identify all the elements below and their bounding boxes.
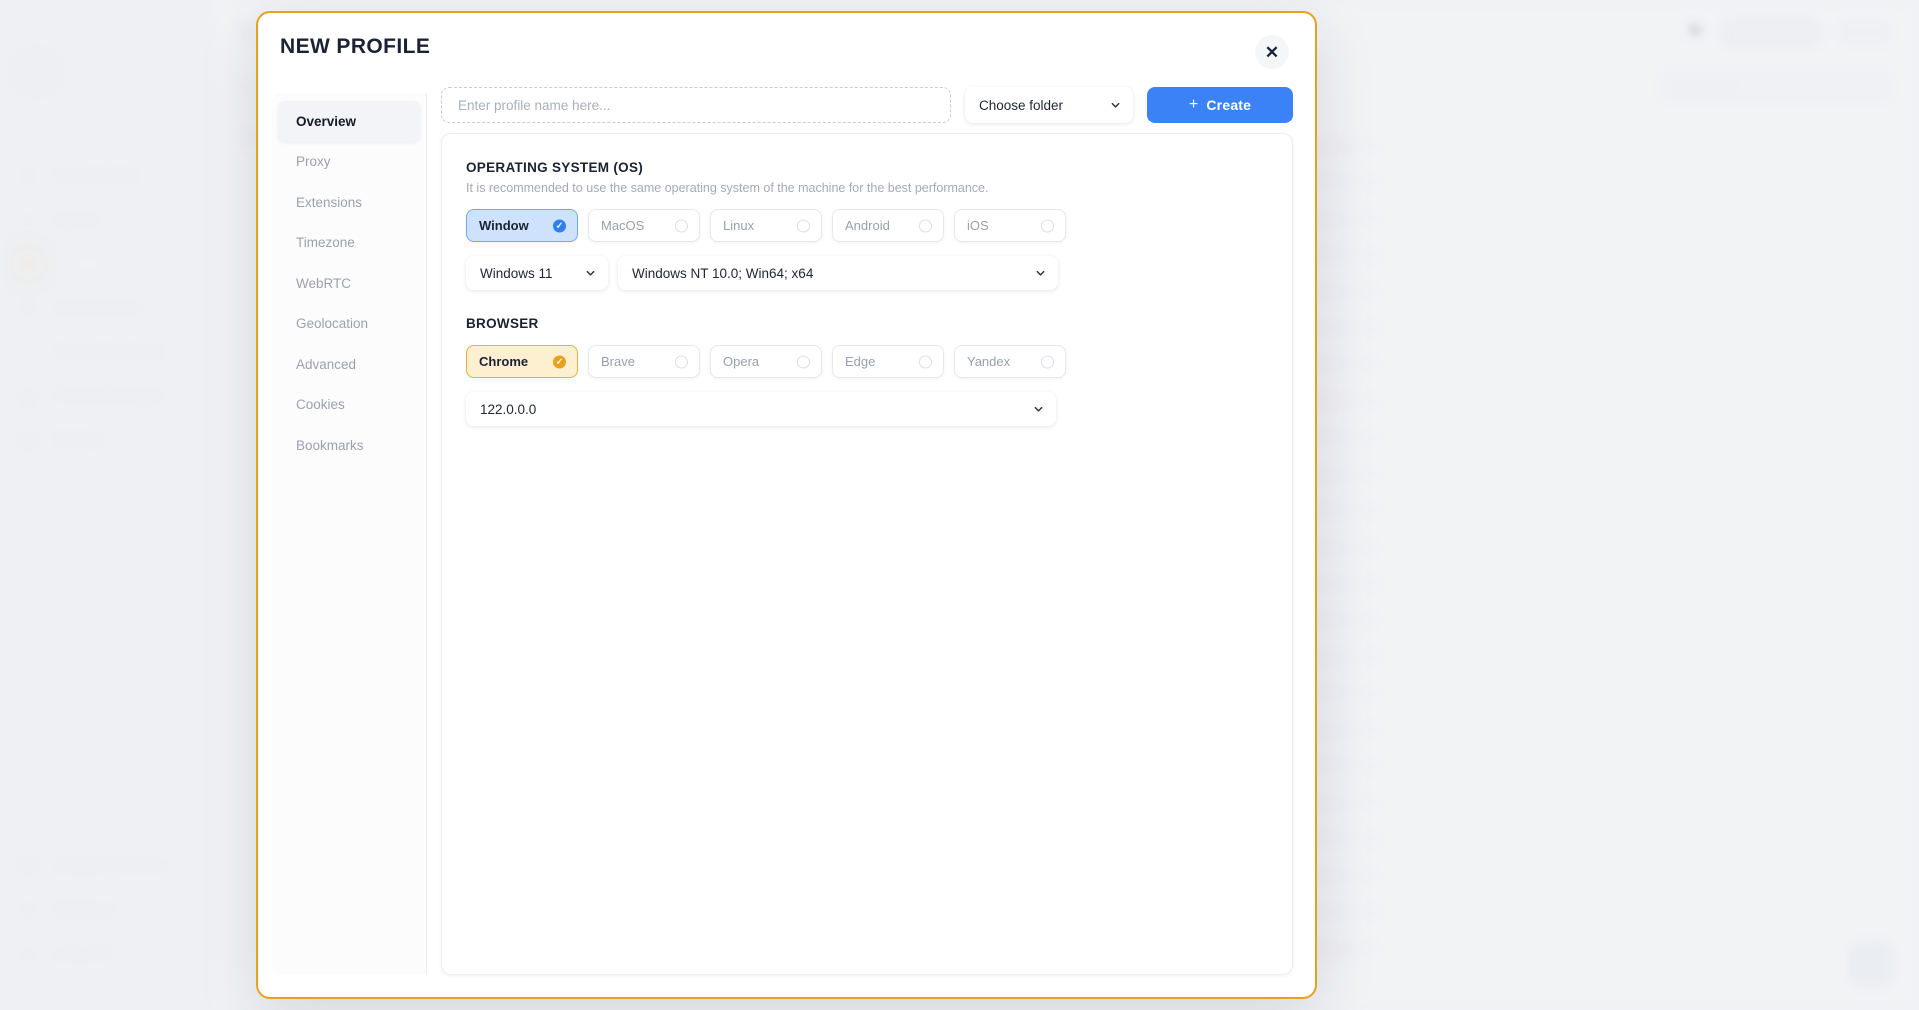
browser-version-value: 122.0.0.0 <box>480 401 537 417</box>
tab-label: Geolocation <box>296 316 369 332</box>
tab-overview[interactable]: Overview <box>278 101 420 142</box>
radio-icon <box>919 219 932 232</box>
browser-option-label: Opera <box>723 354 760 369</box>
os-version-value: Windows 11 <box>480 265 553 281</box>
browser-option-group: Chrome ✓ Brave Opera Edge Yandex <box>466 345 1268 378</box>
overview-panel: OPERATING SYSTEM (OS) It is recommended … <box>441 133 1293 975</box>
browser-option-label: Yandex <box>967 354 1011 369</box>
browser-dropdown-row: 122.0.0.0 <box>466 392 1268 426</box>
user-agent-select[interactable]: Windows NT 10.0; Win64; x64 <box>618 256 1058 290</box>
modal-content: Choose folder + Create OPERATING SYSTEM … <box>427 79 1315 997</box>
radio-icon <box>675 219 688 232</box>
plus-icon: + <box>1188 96 1199 113</box>
chevron-down-icon <box>585 268 596 279</box>
browser-option-label: Chrome <box>479 354 529 369</box>
chevron-down-icon <box>1033 404 1044 415</box>
os-section-description: It is recommended to use the same operat… <box>466 181 989 195</box>
tab-extensions[interactable]: Extensions <box>278 182 420 223</box>
modal-sidebar-nav: Overview Proxy Extensions Timezone WebRT… <box>272 93 427 975</box>
os-option-group: Window ✓ MacOS Linux Android iOS <box>466 209 1268 242</box>
os-option-android[interactable]: Android <box>832 209 944 242</box>
tab-label: WebRTC <box>296 275 352 291</box>
os-option-label: Linux <box>723 218 755 233</box>
check-icon: ✓ <box>553 355 566 368</box>
tab-label: Overview <box>296 113 357 129</box>
browser-version-select[interactable]: 122.0.0.0 <box>466 392 1056 426</box>
tab-geolocation[interactable]: Geolocation <box>278 304 420 345</box>
browser-option-brave[interactable]: Brave <box>588 345 700 378</box>
modal-body: Overview Proxy Extensions Timezone WebRT… <box>258 69 1315 997</box>
os-version-select[interactable]: Windows 11 <box>466 256 608 290</box>
chevron-down-icon <box>1035 268 1046 279</box>
user-agent-value: Windows NT 10.0; Win64; x64 <box>632 265 814 281</box>
tab-label: Timezone <box>296 235 355 251</box>
radio-icon <box>1041 355 1054 368</box>
modal-header: NEW PROFILE ✕ <box>258 13 1315 69</box>
browser-option-edge[interactable]: Edge <box>832 345 944 378</box>
radio-icon <box>675 355 688 368</box>
tab-cookies[interactable]: Cookies <box>278 385 420 426</box>
radio-icon <box>919 355 932 368</box>
browser-section-title: BROWSER <box>466 316 539 331</box>
radio-icon <box>797 355 810 368</box>
folder-select[interactable]: Choose folder <box>965 87 1133 123</box>
tab-bookmarks[interactable]: Bookmarks <box>278 425 420 466</box>
browser-option-chrome[interactable]: Chrome ✓ <box>466 345 578 378</box>
os-option-macos[interactable]: MacOS <box>588 209 700 242</box>
modal-title: NEW PROFILE <box>280 35 431 58</box>
tab-label: Proxy <box>296 154 331 170</box>
folder-select-value: Choose folder <box>979 97 1064 113</box>
radio-icon <box>1041 219 1054 232</box>
browser-option-yandex[interactable]: Yandex <box>954 345 1066 378</box>
browser-option-label: Brave <box>601 354 635 369</box>
tab-label: Advanced <box>296 356 357 372</box>
browser-option-label: Edge <box>845 354 876 369</box>
os-option-label: Window <box>479 218 529 233</box>
chevron-down-icon <box>1110 100 1121 111</box>
os-option-window[interactable]: Window ✓ <box>466 209 578 242</box>
profile-name-input[interactable] <box>441 87 951 123</box>
check-icon: ✓ <box>553 219 566 232</box>
os-option-label: iOS <box>967 218 989 233</box>
create-button[interactable]: + Create <box>1147 87 1293 123</box>
tab-label: Cookies <box>296 397 345 413</box>
tab-label: Extensions <box>296 194 363 210</box>
tab-proxy[interactable]: Proxy <box>278 142 420 183</box>
os-section-title: OPERATING SYSTEM (OS) <box>466 160 644 175</box>
os-option-label: MacOS <box>601 218 645 233</box>
os-dropdown-row: Windows 11 Windows NT 10.0; Win64; x64 <box>466 256 1268 290</box>
create-button-label: Create <box>1206 97 1252 113</box>
tab-advanced[interactable]: Advanced <box>278 344 420 385</box>
radio-icon <box>797 219 810 232</box>
modal-toolbar: Choose folder + Create <box>427 79 1315 131</box>
new-profile-modal: NEW PROFILE ✕ Overview Proxy Extensions … <box>256 11 1317 999</box>
close-icon[interactable]: ✕ <box>1255 35 1289 69</box>
tab-webrtc[interactable]: WebRTC <box>278 263 420 304</box>
os-option-linux[interactable]: Linux <box>710 209 822 242</box>
os-option-ios[interactable]: iOS <box>954 209 1066 242</box>
os-option-label: Android <box>845 218 890 233</box>
tab-timezone[interactable]: Timezone <box>278 223 420 264</box>
tab-label: Bookmarks <box>296 437 364 453</box>
browser-option-opera[interactable]: Opera <box>710 345 822 378</box>
